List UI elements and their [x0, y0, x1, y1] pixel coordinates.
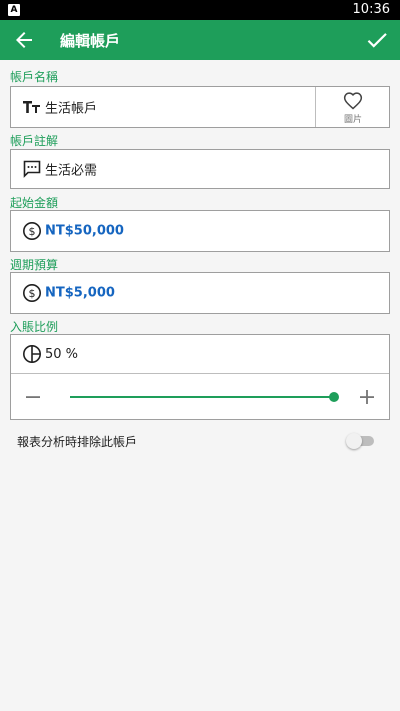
image-button[interactable]: 圖片	[315, 87, 389, 127]
image-button-caption: 圖片	[343, 115, 362, 125]
plus-icon[interactable]	[357, 387, 377, 407]
account-note-value: 生活必需	[45, 163, 98, 179]
account-note-label: 帳戶註解	[10, 134, 59, 148]
income-ratio-label: 入賬比例	[10, 320, 59, 334]
exclude-toggle-thumb[interactable]	[346, 433, 362, 449]
initial-amount-label: 起始金額	[10, 196, 59, 210]
income-ratio-value: 50 %	[45, 347, 79, 362]
svg-text:$: $	[29, 287, 36, 300]
dollar-icon: $	[22, 283, 42, 303]
account-name-label: 帳戶名稱	[10, 70, 59, 84]
dollar-icon: $	[22, 221, 42, 241]
app-bar: 編輯帳戶	[0, 20, 400, 60]
ratio-slider-thumb[interactable]	[329, 392, 339, 402]
account-note-field[interactable]: 生活必需	[10, 149, 390, 189]
page-title: 編輯帳戶	[60, 32, 121, 50]
account-name-field[interactable]: 生活帳戶 圖片	[10, 86, 390, 128]
period-budget-field[interactable]: $ NT$5,000	[10, 272, 390, 314]
initial-amount-value: NT$50,000	[45, 223, 124, 239]
pie-chart-icon	[22, 344, 42, 364]
initial-amount-field[interactable]: $ NT$50,000	[10, 210, 390, 252]
period-budget-value: NT$5,000	[45, 285, 115, 301]
minus-icon[interactable]	[23, 387, 43, 407]
status-bar: A 10:36	[0, 0, 400, 20]
income-ratio-field: 50 %	[10, 334, 390, 420]
heart-icon	[343, 91, 363, 111]
text-size-icon	[22, 97, 42, 117]
ratio-slider[interactable]	[70, 396, 334, 398]
checkmark-icon[interactable]	[364, 27, 390, 53]
arrow-left-icon[interactable]	[12, 28, 36, 52]
app-badge-icon: A	[8, 4, 20, 16]
comment-icon	[22, 159, 42, 179]
svg-text:$: $	[29, 225, 36, 238]
status-time: 10:36	[352, 2, 390, 17]
period-budget-label: 週期預算	[10, 258, 59, 272]
divider	[11, 373, 389, 374]
exclude-from-reports-label: 報表分析時排除此帳戶	[17, 435, 138, 449]
account-name-value: 生活帳戶	[45, 101, 98, 117]
